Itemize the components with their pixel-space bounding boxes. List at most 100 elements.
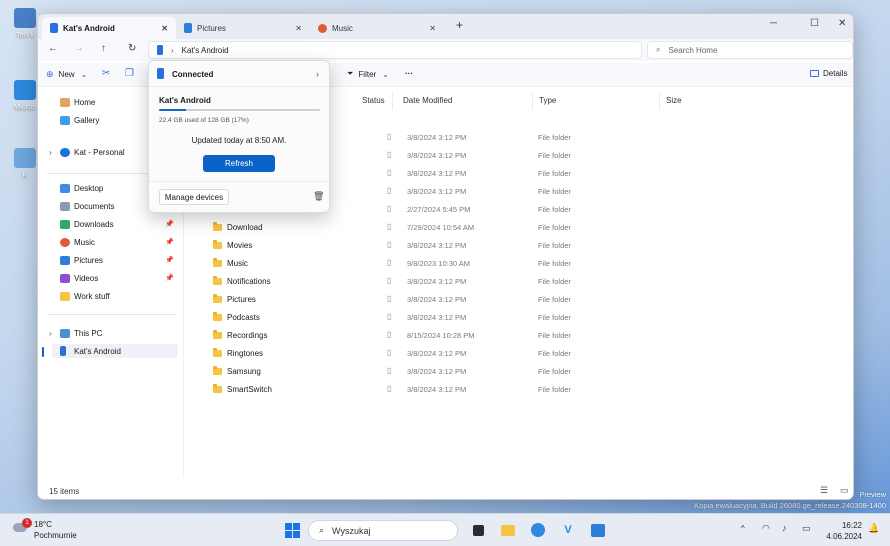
- column-header-type[interactable]: Type: [539, 96, 556, 105]
- close-tab-icon[interactable]: ✕: [295, 24, 302, 33]
- filter-button[interactable]: ⏷ Filter ⌄: [347, 69, 389, 79]
- clock[interactable]: 16:22 4.06.2024: [818, 520, 862, 542]
- search-icon: ⌕: [656, 45, 661, 54]
- phone-icon: [60, 346, 66, 356]
- file-explorer-taskbar-button[interactable]: [498, 520, 518, 540]
- file-type: File folder: [538, 385, 571, 394]
- date-modified: 2/27/2024 5:45 PM: [407, 205, 471, 214]
- sidebar-item-videos[interactable]: Videos 📌: [60, 271, 178, 285]
- tab-label: Kat's Android: [63, 23, 115, 33]
- table-row[interactable]: Recordings ▯ 8/15/2024 10:28 PM File folder: [205, 328, 845, 345]
- table-row[interactable]: Movies ▯ 3/8/2024 3:12 PM File folder: [205, 238, 845, 255]
- tiles-view-icon[interactable]: ▭: [840, 485, 849, 496]
- pin-icon[interactable]: 📌: [165, 220, 174, 228]
- chevron-up-icon[interactable]: ^: [741, 524, 745, 533]
- table-row[interactable]: Ringtones ▯ 3/8/2024 3:12 PM File folder: [205, 346, 845, 363]
- column-header-size[interactable]: Size: [666, 96, 682, 105]
- chevron-right-icon[interactable]: ›: [49, 329, 52, 338]
- address-bar[interactable]: › Kat's Android: [148, 41, 642, 59]
- sidebar-item-work-stuff[interactable]: Work stuff: [60, 289, 178, 303]
- table-row[interactable]: Podcasts ▯ 3/8/2024 3:12 PM File folder: [205, 310, 845, 327]
- store-taskbar-button[interactable]: [588, 520, 608, 540]
- item-count: 15 items: [49, 487, 80, 496]
- column-divider[interactable]: [532, 92, 533, 110]
- sidebar-item-pictures[interactable]: Pictures 📌: [60, 253, 178, 267]
- plus-circle-icon: ⊕: [46, 69, 54, 79]
- tab-pictures[interactable]: Pictures ✕: [176, 17, 310, 39]
- date-modified: 3/8/2024 3:12 PM: [407, 151, 467, 160]
- phone-status-icon: ▯: [387, 330, 392, 339]
- battery-icon[interactable]: ▭: [802, 523, 811, 534]
- sidebar-item-this-pc[interactable]: This PC: [60, 326, 178, 340]
- close-tab-icon[interactable]: ✕: [161, 24, 168, 33]
- search-input[interactable]: ⌕ Search Home: [647, 41, 853, 59]
- sidebar-item-music[interactable]: Music 📌: [60, 235, 178, 249]
- volume-icon[interactable]: ♪: [782, 523, 787, 533]
- sidebar-item-kats-android[interactable]: Kat's Android: [52, 344, 178, 358]
- weather-description: Pochmurnie: [34, 531, 77, 540]
- copy-icon[interactable]: ❐: [125, 68, 134, 79]
- refresh-button[interactable]: Refresh: [203, 155, 275, 172]
- flyout-header[interactable]: Connected ›: [149, 61, 329, 87]
- date-modified: 8/15/2024 10:28 PM: [407, 331, 475, 340]
- column-header-status[interactable]: Status: [362, 96, 385, 105]
- table-row[interactable]: Samsung ▯ 3/8/2024 3:12 PM File folder: [205, 364, 845, 381]
- cut-icon[interactable]: ✂: [102, 68, 110, 79]
- tab-kats-android[interactable]: Kat's Android ✕: [42, 17, 176, 39]
- forward-arrow-icon[interactable]: →: [74, 43, 84, 54]
- new-tab-button[interactable]: +: [456, 18, 463, 32]
- more-options-button[interactable]: ···: [405, 69, 413, 78]
- search-placeholder: Wyszukaj: [332, 525, 371, 536]
- trash-icon[interactable]: 🗑: [313, 191, 324, 202]
- minimize-button[interactable]: ─: [770, 18, 777, 29]
- details-view-icon[interactable]: ☰: [820, 485, 828, 496]
- close-tab-icon[interactable]: ✕: [429, 24, 436, 33]
- table-row[interactable]: Pictures ▯ 3/8/2024 3:12 PM File folder: [205, 292, 845, 309]
- details-button[interactable]: Details: [810, 69, 847, 78]
- phone-status-icon: ▯: [387, 150, 392, 159]
- date-modified: 3/8/2024 3:12 PM: [407, 169, 467, 178]
- date-modified: 9/8/2023 10:30 AM: [407, 259, 470, 268]
- manage-devices-button[interactable]: Manage devices: [159, 189, 229, 205]
- chevron-right-icon[interactable]: ›: [49, 148, 52, 157]
- table-row[interactable]: Music ▯ 9/8/2023 10:30 AM File folder: [205, 256, 845, 273]
- refresh-icon[interactable]: ↻: [128, 43, 136, 54]
- new-button[interactable]: ⊕ New ⌄: [46, 69, 87, 80]
- videos-icon: [60, 273, 70, 283]
- last-updated: Updated today at 8:50 AM.: [191, 136, 287, 145]
- taskbar-search[interactable]: ⌕ Wyszukaj: [308, 520, 458, 541]
- pin-icon[interactable]: 📌: [165, 238, 174, 246]
- music-icon: [60, 237, 70, 247]
- task-view-icon: [472, 524, 484, 536]
- breadcrumb[interactable]: Kat's Android: [182, 46, 229, 55]
- table-row[interactable]: Notifications ▯ 3/8/2024 3:12 PM File folde…: [205, 274, 845, 291]
- start-button[interactable]: [282, 520, 302, 540]
- pin-icon[interactable]: 📌: [165, 274, 174, 282]
- maximize-button[interactable]: ☐: [810, 18, 819, 29]
- edge-taskbar-button[interactable]: [528, 520, 548, 540]
- storage-progress-fill: [159, 109, 187, 111]
- file-name: Download: [227, 223, 263, 232]
- table-row[interactable]: SmartSwitch ▯ 3/8/2024 3:12 PM File folder: [205, 382, 845, 399]
- close-button[interactable]: ✕: [838, 18, 846, 29]
- sidebar-item-label: This PC: [74, 328, 103, 338]
- app-taskbar-button[interactable]: V: [558, 520, 578, 540]
- column-divider[interactable]: [659, 92, 660, 110]
- file-type: File folder: [538, 259, 571, 268]
- tab-label: Music: [332, 23, 353, 33]
- folder-icon: [213, 222, 222, 231]
- column-divider[interactable]: [392, 92, 393, 110]
- weather-widget[interactable]: 18°C Pochmurnie: [34, 519, 77, 541]
- notification-bell-icon[interactable]: 🔔: [868, 523, 879, 534]
- gallery-icon: [60, 115, 70, 125]
- sidebar-item-downloads[interactable]: Downloads 📌: [60, 217, 178, 231]
- task-view-button[interactable]: [468, 520, 488, 540]
- pin-icon[interactable]: 📌: [165, 256, 174, 264]
- column-header-date[interactable]: Date Modified: [403, 96, 452, 105]
- up-arrow-icon[interactable]: ↑: [101, 43, 106, 54]
- phone-status-icon: ▯: [387, 312, 392, 321]
- back-arrow-icon[interactable]: ←: [48, 43, 58, 54]
- network-icon[interactable]: ◠: [762, 523, 770, 534]
- table-row[interactable]: Download ▯ 7/29/2024 10:54 AM File folder: [205, 220, 845, 237]
- tab-music[interactable]: Music ✕: [310, 17, 444, 39]
